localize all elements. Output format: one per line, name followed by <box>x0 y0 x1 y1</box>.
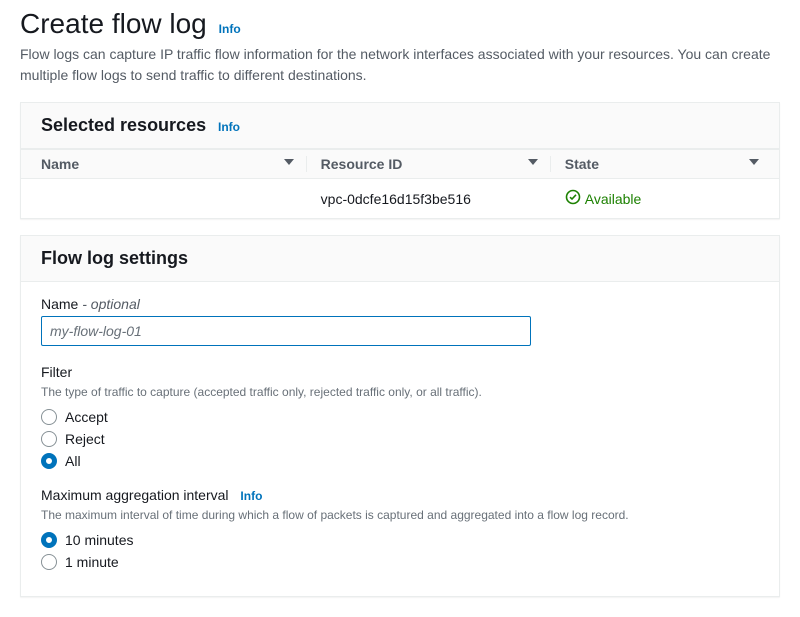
col-header-resource-id[interactable]: Resource ID <box>307 156 551 172</box>
filter-field-label: Filter <box>41 364 759 380</box>
filter-radio-accept[interactable]: Accept <box>41 409 759 425</box>
filter-radio-all[interactable]: All <box>41 453 759 469</box>
filter-radio-reject-label: Reject <box>65 431 105 447</box>
panel-header-selected: Selected resources Info <box>21 103 779 149</box>
name-field-optional: - optional <box>82 296 140 312</box>
col-header-name-label: Name <box>41 156 79 172</box>
panel-title-selected: Selected resources <box>41 115 206 135</box>
panel-title-settings: Flow log settings <box>41 248 188 268</box>
name-input[interactable] <box>41 316 531 346</box>
agg-radio-one[interactable]: 1 minute <box>41 554 759 570</box>
cell-resource-id: vpc-0dcfe16d15f3be516 <box>307 189 551 208</box>
agg-radio-ten-label: 10 minutes <box>65 532 133 548</box>
page-description: Flow logs can capture IP traffic flow in… <box>20 44 780 86</box>
filter-radio-reject[interactable]: Reject <box>41 431 759 447</box>
agg-radio-one-input[interactable] <box>41 554 57 570</box>
page-header: Create flow log Info Flow logs can captu… <box>20 8 780 86</box>
name-field: Name - optional <box>41 296 759 346</box>
page-title: Create flow log <box>20 8 207 39</box>
name-field-label-text: Name <box>41 296 78 312</box>
agg-radio-group: 10 minutes 1 minute <box>41 532 759 570</box>
cell-state: Available <box>551 189 759 208</box>
info-link-agg[interactable]: Info <box>240 489 262 503</box>
info-link-selected[interactable]: Info <box>218 120 240 134</box>
agg-field-help: The maximum interval of time during whic… <box>41 507 759 524</box>
info-link-header[interactable]: Info <box>219 22 241 36</box>
sort-icon[interactable] <box>528 156 538 172</box>
col-header-name[interactable]: Name <box>41 156 307 172</box>
panel-header-settings: Flow log settings <box>21 236 779 282</box>
agg-field-label: Maximum aggregation interval Info <box>41 487 759 503</box>
agg-field-label-text: Maximum aggregation interval <box>41 487 229 503</box>
col-header-state-label: State <box>565 156 599 172</box>
filter-field: Filter The type of traffic to capture (a… <box>41 364 759 469</box>
agg-field: Maximum aggregation interval Info The ma… <box>41 487 759 570</box>
table-header-row: Name Resource ID State <box>21 149 779 179</box>
filter-radio-all-label: All <box>65 453 81 469</box>
cell-name <box>41 189 307 208</box>
filter-radio-group: Accept Reject All <box>41 409 759 469</box>
filter-field-help: The type of traffic to capture (accepted… <box>41 384 759 401</box>
sort-icon[interactable] <box>749 156 759 172</box>
flow-log-settings-panel: Flow log settings Name - optional Filter… <box>20 235 780 597</box>
table-row: vpc-0dcfe16d15f3be516 Available <box>21 179 779 218</box>
agg-radio-one-label: 1 minute <box>65 554 119 570</box>
name-field-label: Name - optional <box>41 296 759 312</box>
filter-radio-accept-label: Accept <box>65 409 108 425</box>
sort-icon[interactable] <box>284 156 294 172</box>
selected-resources-panel: Selected resources Info Name Resource ID… <box>20 102 780 219</box>
filter-radio-all-input[interactable] <box>41 453 57 469</box>
col-header-resource-id-label: Resource ID <box>321 156 403 172</box>
filter-radio-accept-input[interactable] <box>41 409 57 425</box>
state-label: Available <box>585 191 642 207</box>
col-header-state[interactable]: State <box>551 156 759 172</box>
agg-radio-ten[interactable]: 10 minutes <box>41 532 759 548</box>
check-circle-icon <box>565 189 585 208</box>
agg-radio-ten-input[interactable] <box>41 532 57 548</box>
filter-radio-reject-input[interactable] <box>41 431 57 447</box>
